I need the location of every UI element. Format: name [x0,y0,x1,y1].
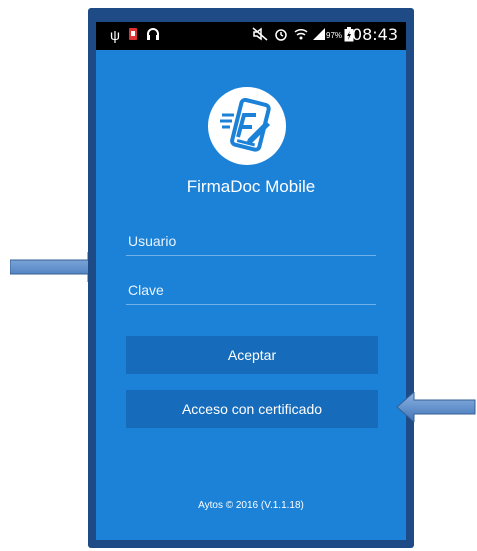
status-time: 08:43 [351,25,398,44]
password-input[interactable] [126,276,380,304]
usb-icon: ψ [110,27,120,43]
app-title: FirmaDoc Mobile [186,177,316,196]
callout-arrow-right [396,392,476,422]
username-field-container [126,227,380,256]
status-bar: ψ 97% 08:43 [96,22,406,50]
certificate-login-button[interactable]: Acceso con certificado [126,390,378,428]
battery-percent: 97% [326,31,343,40]
password-field-container [126,276,380,305]
accept-button[interactable]: Aceptar [126,336,378,374]
app-screen: ψ 97% 08:43 FirmaDoc Mobile Usuario Acep… [96,22,406,540]
alarm-icon [274,27,288,44]
signature-phone-icon [220,97,271,152]
username-input[interactable] [126,227,380,255]
footer-version: Aytos © 2016 (V.1.1.18) [198,500,304,511]
headset-icon [146,27,160,44]
wifi-icon [294,27,308,44]
app-logo [208,87,286,165]
signal-icon [312,27,326,44]
app-notification-icon [128,27,138,44]
mute-icon [252,27,268,44]
